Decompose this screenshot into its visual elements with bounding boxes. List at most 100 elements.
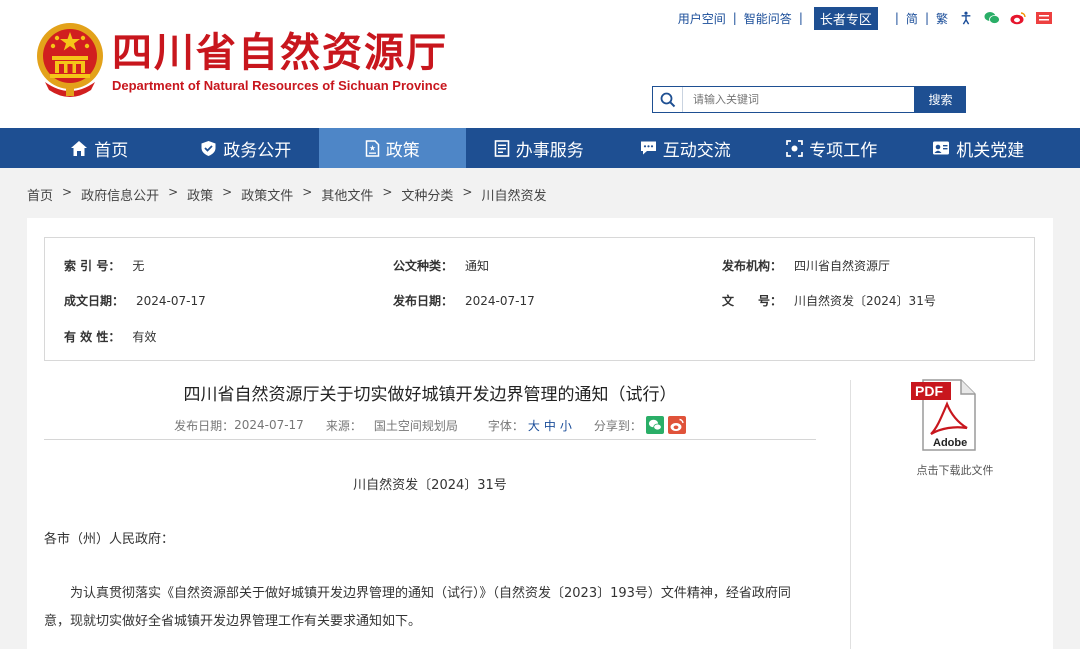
search-box [652,86,915,113]
party-icon [933,141,950,155]
meta-published: 发布日期： 2024-07-17 [393,292,535,309]
salutation: 各市（州）人民政府： [44,532,175,547]
meta-docno-label: 文 号： [722,294,783,308]
separator: | [924,11,929,25]
site-subtitle: Department of Natural Resources of Sichu… [112,78,448,93]
meta-created: 成文日期： 2024-07-17 [64,292,206,309]
user-space-link[interactable]: 用户空间 [678,10,726,27]
breadcrumb-separator: > [382,185,393,199]
search-input[interactable] [683,88,908,111]
breadcrumb-policy[interactable]: 政策 [187,185,213,204]
pdf-badge-text: PDF [915,383,943,399]
top-links: 用户空间 | 智能问答 | 长者专区 | 简 | 繁 [678,6,1052,30]
nav-item-label: 政务公开 [223,140,292,161]
font-size-small[interactable]: 小 [560,417,572,434]
nav-item-government-affairs[interactable]: 政务公开 [173,128,320,168]
share-weibo-icon[interactable] [667,416,686,434]
article-date: 2024-07-17 [234,418,304,432]
search-button[interactable]: 搜索 [915,86,966,113]
wechat-icon[interactable] [984,11,1000,25]
meta-validity-value: 有效 [132,330,157,344]
nav-item-party-building[interactable]: 机关党建 [905,128,1052,168]
share-wechat-icon[interactable] [645,416,664,434]
nav-item-label: 办事服务 [515,140,584,161]
list-icon [494,139,510,157]
meta-validity-label: 有 效 性： [64,330,121,344]
meta-created-label: 成文日期： [64,294,125,308]
meta-docno-value: 川自然资发〔2024〕31号 [794,294,936,308]
breadcrumb-separator: > [222,185,233,199]
nav-item-label: 政策 [385,140,420,161]
meta-published-label: 发布日期： [393,294,454,308]
breadcrumb-separator: > [302,185,313,199]
meta-index: 索 引 号： 无 [64,257,144,274]
article-source-label: 来源： [325,418,362,433]
simplified-chinese-link[interactable]: 简 [906,10,918,27]
breadcrumb-doc-type[interactable]: 文种分类 [401,185,453,204]
article-paragraph: 为认真贯彻落实《自然资源部关于做好城镇开发边界管理的通知（试行）》（自然资发〔2… [44,586,791,629]
toutiao-icon[interactable] [1036,11,1052,25]
pdf-download-icon[interactable]: PDF Adobe [911,378,985,452]
search-icon[interactable] [653,87,683,112]
meta-org: 发布机构： 四川省自然资源厅 [722,257,890,274]
meta-org-label: 发布机构： [722,259,783,273]
document-number: 川自然资发〔2024〕31号 [353,478,507,493]
sidebar-divider [850,380,851,649]
shield-icon [201,140,216,156]
smart-qa-link[interactable]: 智能问答 [744,10,792,27]
nav-item-special-work[interactable]: 专项工作 [759,128,906,168]
breadcrumb-home[interactable]: 首页 [27,185,53,204]
meta-created-value: 2024-07-17 [136,294,206,308]
nav-item-label: 专项工作 [809,140,878,161]
article-title: 四川省自然资源厅关于切实做好城镇开发边界管理的通知（试行） [183,385,677,405]
breadcrumb-other-docs[interactable]: 其他文件 [321,185,373,204]
meta-index-label: 索 引 号： [64,259,121,273]
chat-icon [640,141,656,155]
site-title[interactable]: 四川省自然资源厅 [112,20,448,78]
elder-zone-button[interactable]: 长者专区 [813,6,878,30]
breadcrumb-separator: > [62,185,73,199]
nav-item-home[interactable]: 首页 [26,128,173,168]
document-metadata: 索 引 号： 无 公文种类： 通知 发布机构： 四川省自然资源厅 成文日期： 2024-… [44,237,1035,361]
meta-type-value: 通知 [465,259,490,273]
meta-org-value: 四川省自然资源厅 [794,259,891,273]
breadcrumb-current[interactable]: 川自然资发 [481,185,546,204]
traditional-chinese-link[interactable]: 繁 [936,10,948,27]
site-header: 四川省自然资源厅 Department of Natural Resources… [0,0,1080,128]
share-label: 分享到： [593,418,642,433]
font-size-label: 字体： [487,418,524,433]
focus-icon [786,139,804,157]
meta-docno: 文 号： 川自然资发〔2024〕31号 [722,292,936,309]
weibo-icon[interactable] [1010,11,1026,25]
article-date-label: 发布日期： [174,418,235,433]
meta-validity: 有 效 性： 有效 [64,328,156,345]
nav-item-label: 互动交流 [662,140,731,161]
nav-item-policy[interactable]: 政策 [319,128,466,168]
download-caption[interactable]: 点击下载此文件 [895,462,1015,478]
breadcrumb-gov-info[interactable]: 政府信息公开 [81,185,159,204]
title-divider [44,439,816,440]
separator: | [732,11,737,25]
breadcrumb: 首页 > 政府信息公开 > 政策 > 政策文件 > 其他文件 > 文种分类 > … [27,185,546,204]
accessibility-icon[interactable] [958,11,974,25]
separator: | [798,11,803,25]
search-bar: 搜索 [652,86,966,113]
content-panel: 索 引 号： 无 公文种类： 通知 发布机构： 四川省自然资源厅 成文日期： 2024-… [27,218,1053,649]
adobe-label: Adobe [933,437,967,449]
meta-index-value: 无 [132,259,145,273]
home-icon [71,140,88,156]
breadcrumb-separator: > [168,185,179,199]
meta-type-label: 公文种类： [393,259,454,273]
document-icon [365,139,379,157]
font-size-large[interactable]: 大 [528,417,540,434]
national-emblem-icon[interactable] [35,20,105,98]
meta-published-value: 2024-07-17 [465,294,535,308]
article-source: 国土空间规划局 [373,418,458,433]
main-nav: 首页 政务公开 政策 办事服务 互动交流 专项工作 机关党建 [0,128,1080,168]
nav-item-label: 首页 [94,140,129,161]
font-size-medium[interactable]: 中 [544,417,556,434]
breadcrumb-policy-docs[interactable]: 政策文件 [241,185,293,204]
nav-item-interaction[interactable]: 互动交流 [612,128,759,168]
nav-item-services[interactable]: 办事服务 [466,128,613,168]
article-info: 发布日期： 2024-07-17 来源： 国土空间规划局 字体： 大 中 小 分… [44,416,816,434]
